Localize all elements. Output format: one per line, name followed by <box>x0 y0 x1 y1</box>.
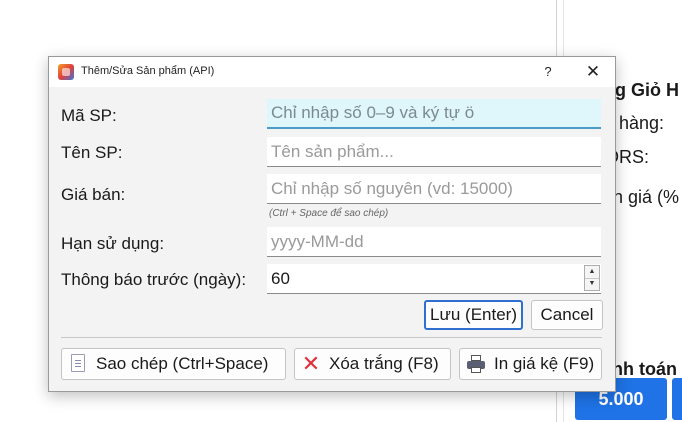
divider <box>61 337 602 338</box>
spin-buttons[interactable]: ▲ ▼ <box>584 265 600 291</box>
help-button[interactable]: ? <box>538 62 558 82</box>
expiry-date-label: Hạn sử dụng: <box>61 234 165 253</box>
print-button-label: In giá kệ (F9) <box>494 354 595 373</box>
product-dialog: Thêm/Sửa Sản phẩm (API) ? ✕ Mã SP: Tên S… <box>48 56 616 392</box>
notice-days-spinbox[interactable]: 60 ▲ ▼ <box>267 264 601 294</box>
dialog-title: Thêm/Sửa Sản phẩm (API) <box>81 65 215 77</box>
save-button[interactable]: Lưu (Enter) <box>424 300 523 330</box>
product-code-input[interactable] <box>267 99 601 129</box>
copy-document-icon <box>68 354 88 374</box>
close-button[interactable]: ✕ <box>583 62 603 82</box>
print-shelf-price-button[interactable]: In giá kệ (F9) <box>459 348 602 380</box>
quick-amount-button-2[interactable] <box>672 378 682 420</box>
dialog-titlebar: Thêm/Sửa Sản phẩm (API) ? ✕ <box>49 57 615 87</box>
notice-days-value[interactable]: 60 <box>271 269 290 289</box>
spin-down-icon[interactable]: ▼ <box>585 278 599 290</box>
red-x-icon: ✕ <box>301 351 321 376</box>
app-icon <box>58 64 74 80</box>
clear-button[interactable]: ✕ Xóa trắng (F8) <box>294 348 451 380</box>
expiry-date-input[interactable] <box>267 227 601 257</box>
price-copy-hint: (Ctrl + Space để sao chép) <box>269 208 389 219</box>
product-name-label: Tên SP: <box>61 143 123 162</box>
price-label: Giá bán: <box>61 185 126 204</box>
price-input[interactable] <box>267 174 601 204</box>
printer-icon <box>466 354 486 374</box>
notice-days-label: Thông báo trước (ngày): <box>61 270 247 289</box>
item-count-label: hàng: <box>619 113 665 133</box>
cancel-button[interactable]: Cancel <box>531 300 603 330</box>
cart-heading: g Giỏ H <box>615 80 679 100</box>
product-name-input[interactable] <box>267 137 601 167</box>
copy-button-label: Sao chép (Ctrl+Space) <box>96 354 269 373</box>
copy-button[interactable]: Sao chép (Ctrl+Space) <box>61 348 286 380</box>
payment-label: nh toán <box>612 359 677 379</box>
product-code-label: Mã SP: <box>61 106 117 125</box>
clear-button-label: Xóa trắng (F8) <box>329 354 439 373</box>
discount-label: n giá (% <box>613 187 680 207</box>
